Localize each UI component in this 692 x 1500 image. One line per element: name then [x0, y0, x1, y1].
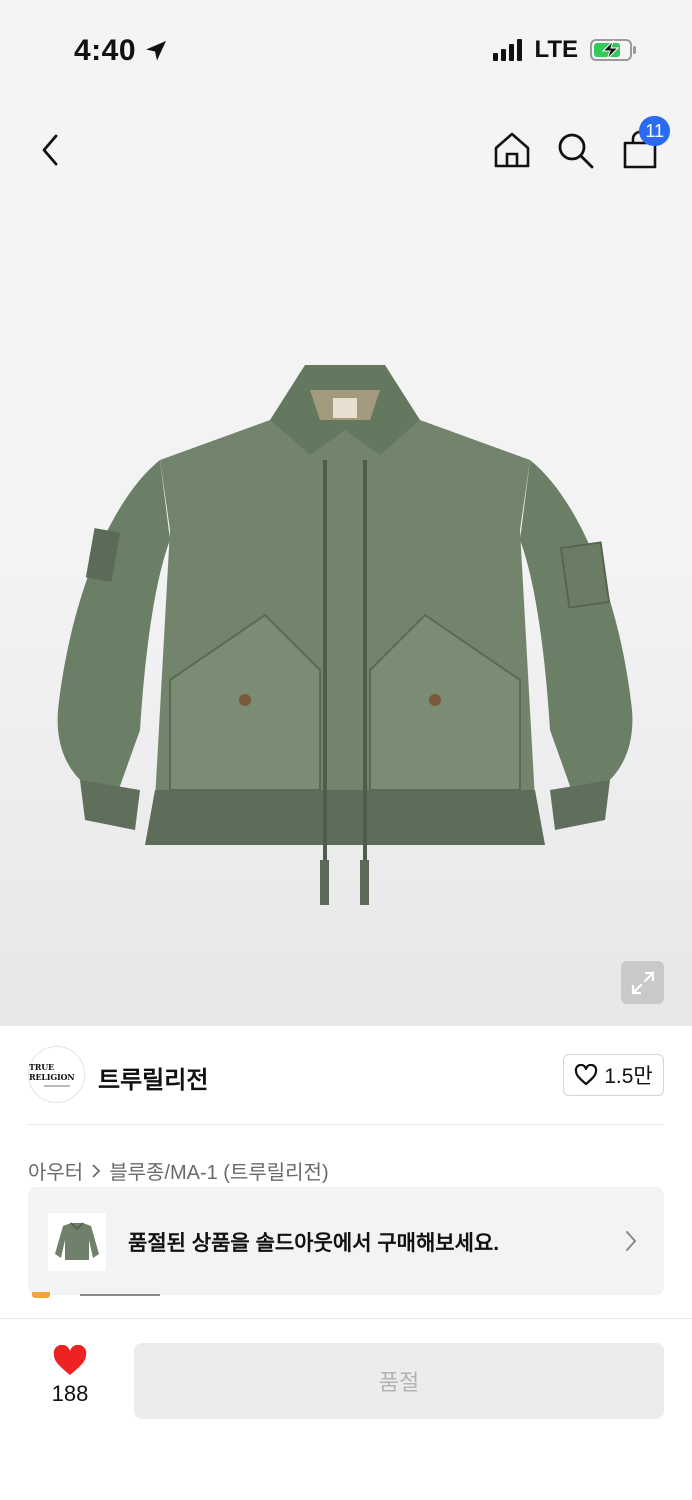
soldout-marketplace-banner[interactable]: 품절된 상품을 솔드아웃에서 구매해보세요. [28, 1187, 664, 1295]
top-navigation: 11 [0, 110, 692, 190]
status-time: 4:40 [74, 34, 168, 68]
search-icon [558, 133, 594, 169]
heart-outline-icon [575, 1064, 598, 1086]
network-label: LTE [534, 36, 578, 63]
divider [28, 1124, 664, 1125]
search-button[interactable] [553, 128, 597, 172]
breadcrumb: 아우터 블루종/MA-1 (트루릴리전) [28, 1156, 329, 1185]
breadcrumb-level-1[interactable]: 아우터 [28, 1156, 83, 1185]
brand-logo[interactable]: TRUE RELIGION [28, 1046, 85, 1103]
battery-charging-icon [590, 39, 636, 61]
signal-icon [493, 39, 523, 61]
underline-divider [80, 1294, 160, 1296]
status-indicators: LTE [493, 36, 638, 64]
brand-name[interactable]: 트루릴리전 [98, 1060, 208, 1095]
home-icon [494, 132, 530, 168]
expand-icon [631, 971, 654, 994]
bottom-action-bar: 188 품절 [0, 1318, 692, 1500]
rating-star-icon [32, 1292, 50, 1298]
jacket-thumbnail-icon [55, 1222, 99, 1260]
chevron-right-icon [626, 1231, 637, 1251]
jacket-product-image[interactable] [40, 350, 650, 920]
brand-like-count: 1.5만 [604, 1065, 653, 1088]
banner-text: 품절된 상품을 솔드아웃에서 구매해보세요. [128, 1232, 500, 1255]
breadcrumb-level-2[interactable]: 블루종/MA-1 (트루릴리전) [109, 1156, 328, 1185]
clock-text: 4:40 [74, 34, 137, 67]
cart-count-badge: 11 [639, 116, 670, 146]
heart-filled-icon [53, 1345, 87, 1375]
status-bar: 4:40 LTE [0, 0, 692, 100]
chevron-left-icon [42, 134, 58, 166]
location-arrow-icon [146, 41, 167, 61]
back-button[interactable] [28, 128, 72, 172]
expand-image-button[interactable] [621, 961, 664, 1004]
wishlist-count: 188 [51, 1381, 89, 1406]
brand-like-button[interactable]: 1.5만 [563, 1054, 664, 1096]
brand-logo-text: TRUE RELIGION [29, 1062, 75, 1082]
chevron-right-icon [91, 1163, 101, 1179]
brand-row: TRUE RELIGION 트루릴리전 1.5만 [28, 1046, 664, 1104]
cart-button[interactable]: 11 [618, 116, 670, 172]
wishlist-button[interactable]: 188 [40, 1345, 100, 1407]
banner-thumbnail [48, 1213, 106, 1271]
home-button[interactable] [490, 128, 534, 172]
soldout-button[interactable]: 품절 [134, 1343, 664, 1419]
